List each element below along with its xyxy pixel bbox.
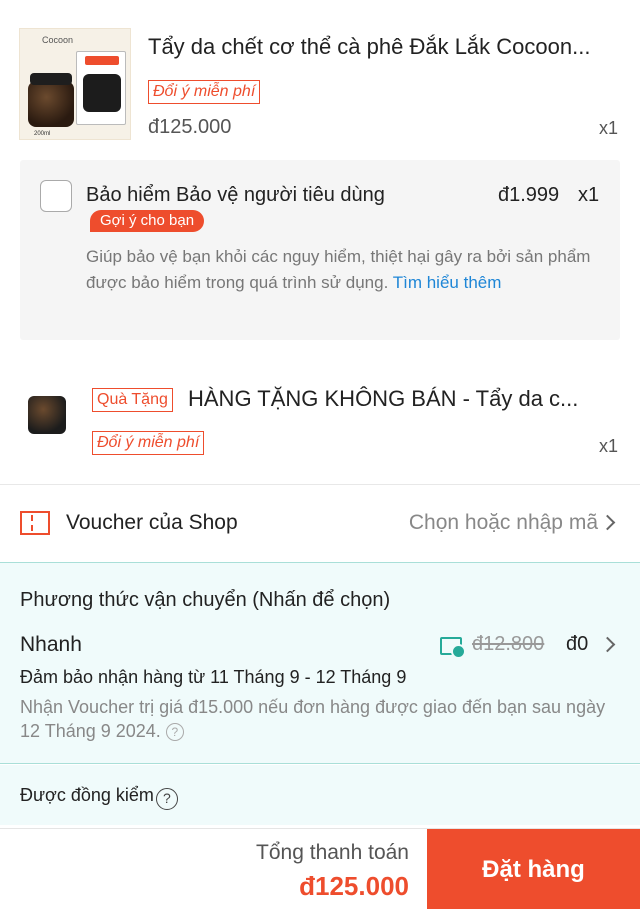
shipping-fee: đ0 xyxy=(566,633,589,655)
inspection-label: Được đồng kiểm? xyxy=(20,785,178,810)
thumbnail-brand-text: Cocoon xyxy=(42,35,74,45)
late-delivery-voucher-note: Nhận Voucher trị giá đ15.000 nếu đơn hàn… xyxy=(20,697,606,741)
chevron-right-icon xyxy=(599,636,616,653)
total-label: Tổng thanh toán xyxy=(256,841,409,864)
product-item[interactable]: Cocoon 200ml Tẩy da chết cơ thể cà phê Đ… xyxy=(0,0,640,150)
gift-thumbnail[interactable] xyxy=(22,382,74,442)
gift-quantity: x1 xyxy=(599,436,619,456)
help-icon[interactable]: ? xyxy=(165,723,184,741)
insurance-price: đ1.999 xyxy=(498,184,560,206)
delivery-estimate: Đảm bảo nhận hàng từ 11 Tháng 9 - 12 Thá… xyxy=(20,667,407,687)
product-price: đ125.000 xyxy=(148,116,232,138)
product-quantity: x1 xyxy=(599,118,619,138)
shipping-method-section[interactable]: Phương thức vận chuyển (Nhấn để chọn) Nh… xyxy=(0,562,640,764)
learn-more-link[interactable]: Tìm hiểu thêm xyxy=(393,273,502,292)
voucher-icon xyxy=(20,511,50,535)
product-jar-image xyxy=(28,73,74,127)
suggest-badge: Gợi ý cho bạn xyxy=(90,210,205,232)
help-icon[interactable]: ? xyxy=(155,788,178,810)
free-shipping-icon xyxy=(440,637,466,659)
gift-free-return-tag: Đổi ý miễn phí xyxy=(92,431,205,455)
place-order-button[interactable]: Đặt hàng xyxy=(427,829,640,909)
checkout-bar: Tổng thanh toán đ125.000 Đặt hàng xyxy=(0,828,640,909)
insurance-checkbox[interactable] xyxy=(40,180,72,212)
chevron-right-icon xyxy=(599,514,616,531)
shipping-original-fee: đ12.800 xyxy=(472,633,545,655)
voucher-select-action[interactable]: Chọn hoặc nhập mã xyxy=(409,511,598,535)
shipping-heading: Phương thức vận chuyển (Nhấn để chọn) xyxy=(20,589,391,611)
product-title: Tẩy da chết cơ thể cà phê Đắk Lắk Cocoon… xyxy=(148,34,591,59)
shipping-method-name: Nhanh xyxy=(20,633,82,656)
insurance-title: Bảo hiểm Bảo vệ người tiêu dùngGợi ý cho… xyxy=(86,182,386,236)
free-return-tag: Đổi ý miễn phí xyxy=(148,80,261,104)
gift-badge: Quà Tặng xyxy=(92,388,173,412)
total-value: đ125.000 xyxy=(299,871,409,901)
gift-title: HÀNG TẶNG KHÔNG BÁN - Tẩy da c... xyxy=(188,386,579,411)
insurance-description: Giúp bảo vệ bạn khỏi các nguy hiểm, thiệ… xyxy=(86,247,591,292)
thumbnail-volume-text: 200ml xyxy=(34,131,51,137)
gift-jar-image xyxy=(28,396,66,434)
product-box-image xyxy=(76,51,126,125)
voucher-label: Voucher của Shop xyxy=(66,511,238,534)
insurance-quantity: x1 xyxy=(578,184,600,206)
inspection-row: Được đồng kiểm? xyxy=(0,765,640,825)
product-thumbnail[interactable]: Cocoon 200ml xyxy=(19,28,131,140)
shop-voucher-row[interactable]: Voucher của Shop Chọn hoặc nhập mã xyxy=(0,485,640,561)
insurance-addon: Bảo hiểm Bảo vệ người tiêu dùngGợi ý cho… xyxy=(20,160,620,340)
